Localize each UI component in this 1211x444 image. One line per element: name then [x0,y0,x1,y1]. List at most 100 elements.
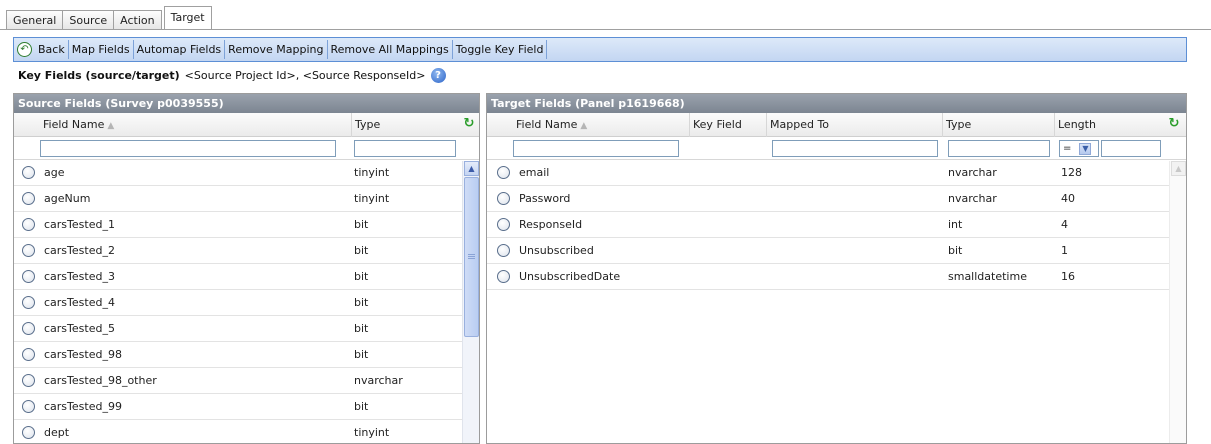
source-field-type: bit [354,218,369,231]
key-fields-line: Key Fields (source/target) <Source Proje… [18,68,446,83]
remove-all-mappings-button[interactable]: Remove All Mappings [328,39,452,60]
source-field-name-filter[interactable] [40,140,336,157]
scroll-thumb[interactable] [464,177,479,337]
remove-mapping-button[interactable]: Remove Mapping [225,39,326,60]
tab-target[interactable]: Target [163,6,212,30]
source-field-row[interactable]: carsTested_99 bit [14,394,463,420]
target-field-length: 1 [1061,244,1068,257]
source-field-type: bit [354,322,369,335]
radio-button[interactable] [22,218,35,231]
radio-button[interactable] [22,166,35,179]
target-field-name: UnsubscribedDate [519,270,621,283]
radio-button[interactable] [22,426,35,439]
help-icon[interactable]: ? [430,68,446,83]
map-fields-button[interactable]: Map Fields [69,39,133,60]
target-col-type[interactable]: Type [942,113,1054,137]
target-field-row[interactable]: email nvarchar 128 [487,160,1170,186]
target-mapped-to-filter[interactable] [772,140,938,157]
refresh-icon[interactable]: ↻ [1167,117,1181,131]
refresh-icon[interactable]: ↻ [462,117,476,131]
source-field-type: tinyint [354,166,390,179]
back-button[interactable]: Back [35,39,68,60]
length-operator-select[interactable]: = ▼ [1059,140,1099,157]
source-field-row[interactable]: carsTested_98 bit [14,342,463,368]
radio-button[interactable] [22,348,35,361]
automap-fields-button[interactable]: Automap Fields [134,39,225,60]
target-field-length: 4 [1061,218,1068,231]
target-col-field-name[interactable]: Field Name ▲ [513,113,689,137]
radio-button[interactable] [22,244,35,257]
target-col-length[interactable]: Length [1054,113,1164,137]
tab-action[interactable]: Action [113,10,162,30]
key-fields-label: Key Fields (source/target) [18,69,180,82]
target-scrollbar[interactable]: ▲ [1169,161,1186,443]
target-field-type: nvarchar [948,166,997,179]
scroll-up-icon[interactable]: ▲ [464,161,479,176]
target-field-name: email [519,166,550,179]
source-field-type: bit [354,348,369,361]
source-col-field-name[interactable]: Field Name ▲ [40,113,350,137]
source-col-type[interactable]: Type [351,113,461,137]
source-field-name: carsTested_4 [44,296,115,309]
toolbar-separator [546,40,548,59]
target-col-length-label: Length [1058,118,1096,131]
radio-button[interactable] [497,270,510,283]
source-field-name: carsTested_98_other [44,374,157,387]
radio-button[interactable] [497,166,510,179]
tab-bar: General Source Action Target [6,6,212,30]
sort-ascending-icon: ▲ [580,121,588,131]
radio-button[interactable] [22,192,35,205]
radio-button[interactable] [22,374,35,387]
source-field-row[interactable]: ageNum tinyint [14,186,463,212]
back-arrow-icon[interactable]: ↶ [17,42,32,57]
source-field-row[interactable]: carsTested_1 bit [14,212,463,238]
radio-button[interactable] [22,322,35,335]
scroll-up-icon: ▲ [1171,161,1186,176]
radio-button[interactable] [497,192,510,205]
source-field-name: carsTested_5 [44,322,115,335]
target-field-type: nvarchar [948,192,997,205]
source-field-row[interactable]: age tinyint [14,160,463,186]
source-field-row[interactable]: carsTested_98_other nvarchar [14,368,463,394]
radio-button[interactable] [22,400,35,413]
chevron-down-icon[interactable]: ▼ [1079,142,1092,155]
source-field-type: bit [354,270,369,283]
source-filter-row [14,137,479,160]
radio-button[interactable] [497,218,510,231]
length-filter[interactable] [1101,140,1161,157]
source-scrollbar[interactable]: ▲ [462,161,479,443]
target-col-mapped-to[interactable]: Mapped To [766,113,942,137]
tab-general[interactable]: General [6,10,63,30]
target-field-length: 16 [1061,270,1075,283]
source-field-name: carsTested_2 [44,244,115,257]
target-rows: email nvarchar 128 Password nvarchar 40 Respon… [487,160,1186,290]
target-filter-row: = ▼ [487,137,1186,160]
target-panel-title: Target Fields (Panel p1619668) [487,94,1186,113]
source-field-row[interactable]: carsTested_4 bit [14,290,463,316]
source-rows: age tinyint ageNum tinyint carsTested_1 bit ca… [14,160,479,443]
target-col-field-name-label: Field Name [516,118,578,131]
target-col-key-field[interactable]: Key Field [689,113,766,137]
target-field-row[interactable]: ResponseId int 4 [487,212,1170,238]
radio-button[interactable] [497,244,510,257]
target-field-row[interactable]: Unsubscribed bit 1 [487,238,1170,264]
target-field-length: 40 [1061,192,1075,205]
target-field-name-filter[interactable] [513,140,679,157]
source-field-name: dept [44,426,70,439]
target-type-filter[interactable] [948,140,1050,157]
source-field-name: age [44,166,65,179]
target-field-length: 128 [1061,166,1082,179]
source-col-type-label: Type [355,118,381,131]
radio-button[interactable] [22,270,35,283]
target-field-row[interactable]: UnsubscribedDate smalldatetime 16 [487,264,1170,290]
tab-source[interactable]: Source [62,10,114,30]
source-field-row[interactable]: carsTested_3 bit [14,264,463,290]
radio-button[interactable] [22,296,35,309]
source-field-row[interactable]: carsTested_2 bit [14,238,463,264]
target-column-headers: Field Name ▲ Key Field Mapped To Type Len… [487,113,1186,137]
target-field-row[interactable]: Password nvarchar 40 [487,186,1170,212]
source-type-filter[interactable] [354,140,456,157]
toggle-key-field-button[interactable]: Toggle Key Field [453,39,547,60]
source-field-row[interactable]: carsTested_5 bit [14,316,463,342]
source-field-row[interactable]: dept tinyint [14,420,463,443]
